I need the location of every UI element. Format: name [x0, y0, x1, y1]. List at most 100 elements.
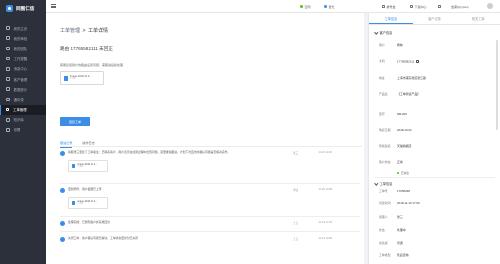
divider: [60, 216, 360, 217]
status-badge: 已关注: [397, 171, 409, 175]
log-item: 客服张三更新了工单备注：已联系客户，用户表示在使用过程中出现问题，需要继续跟进，…: [60, 150, 360, 173]
sidebar-nav: 我的主页 我的审批 我的团队 工作提醒 消息中心 客户管理 数据统计 通讯录 工…: [0, 23, 46, 135]
book-icon: [6, 117, 10, 122]
sidebar-item-knowledge[interactable]: 知识库: [0, 115, 46, 125]
divider: [60, 231, 360, 232]
ticket-status-row: 状态 处理中: [379, 228, 406, 232]
home-icon: [6, 26, 10, 30]
log-text: 处理完成：已通知客户并完成回访: [68, 220, 110, 224]
phone-icon[interactable]: [416, 60, 419, 63]
dialpad-button[interactable]: 拨号盘: [382, 5, 396, 9]
breadcrumb-current: 工单详情: [87, 28, 108, 34]
log-text: 关闭工单：客户确认问题已解决，工单状态更新为已关闭: [68, 236, 138, 240]
ticket-attachment[interactable]: image-2018.11.2... 17KB: [60, 71, 104, 85]
breadcrumb-parent[interactable]: 工单管理: [60, 27, 80, 34]
chart-icon: [6, 87, 10, 92]
sidebar-item-tickets[interactable]: 工单管理: [0, 104, 46, 115]
check-icon: [6, 36, 10, 41]
log-author: 李四: [293, 189, 299, 193]
status-dot-icon: [324, 5, 327, 8]
tab-customer-records[interactable]: 客户记录: [413, 13, 457, 24]
gear-icon: [6, 128, 10, 132]
status-dot-icon: [300, 5, 303, 8]
panel-tabs: 工单信息 客户记录 相关工单: [369, 13, 500, 25]
dialpad-icon: [382, 5, 385, 8]
log-author: 王五: [293, 238, 299, 242]
download-icon: [410, 5, 413, 8]
status-busy-toggle[interactable]: 置忙: [324, 5, 335, 9]
panel-scrollbar[interactable]: [496, 40, 498, 130]
sidebar-item-home[interactable]: 我的主页: [0, 23, 46, 33]
model-row: 型号 NB-200: [379, 112, 407, 116]
bell-icon: [6, 56, 10, 61]
reply-ticket-button[interactable]: 回复工单: [60, 117, 90, 126]
log-text: 更新附件：用户截图已上传: [68, 187, 102, 191]
attachment-size: 17KB: [70, 78, 76, 80]
sidebar-item-settings[interactable]: 设置: [0, 125, 46, 135]
contacts-icon: [6, 97, 10, 102]
avatar[interactable]: [487, 3, 493, 9]
team-icon: [6, 46, 10, 51]
avatar: [60, 151, 65, 157]
avatar: [60, 188, 65, 194]
log-author: 王五: [293, 222, 299, 226]
status-idle[interactable]: 空闲: [300, 5, 311, 9]
log-time: 11-20 14:08: [318, 188, 332, 192]
log-item: 更新附件：用户截图已上传 李四 11-20 14:08 image-2018.1…: [60, 187, 360, 210]
customer-icon: [6, 77, 10, 81]
log-time: 11-24 10:00: [318, 237, 332, 241]
sidebar-item-approval[interactable]: 我的审批: [0, 33, 46, 43]
divider: [375, 177, 495, 178]
image-file-icon: [72, 201, 76, 206]
tab-related-tickets[interactable]: 相关工单: [456, 13, 500, 24]
sidebar-item-team[interactable]: 我的团队: [0, 43, 46, 53]
sidebar-item-stats[interactable]: 数据统计: [0, 84, 46, 94]
sidebar-item-contacts[interactable]: 通讯录: [0, 94, 46, 104]
attachment-size: 17KB: [77, 166, 83, 169]
image-file-icon: [72, 164, 76, 169]
product-row: 产品名 【工单测试产品】: [379, 92, 421, 96]
avatar: [60, 237, 65, 243]
attachment-size: 17KB: [77, 203, 83, 206]
ticket-number-row: 工单号 17655298: [379, 189, 410, 193]
purchase-date-row: 购买日期 2018-10-01: [379, 128, 412, 132]
divider: [60, 146, 362, 147]
top-bar: 空闲 置忙 拨号盘 下载中心 坐席QQ-(lan): [46, 0, 500, 13]
user-menu[interactable]: 坐席QQ-(lan): [451, 5, 469, 9]
sidebar-item-messages[interactable]: 消息中心: [0, 64, 46, 74]
ticket-description: 客服反馈用户的路由设置问题，需跟进后续处理: [60, 63, 124, 67]
log-item: 处理完成：已通知客户并完成回访 王五 11-23 17:03: [60, 220, 360, 227]
ticket-type-row: 工单类型 售后咨询: [379, 253, 409, 257]
tab-ticket-info[interactable]: 工单信息: [369, 13, 413, 24]
customer-section-toggle[interactable]: 客户信息: [374, 30, 392, 35]
message-icon: [6, 67, 10, 71]
chevron-down-icon: [374, 181, 379, 185]
channel-row: 所属渠道 天猫旗舰店: [379, 144, 412, 148]
log-item: 关闭工单：客户确认问题已解决，工单状态更新为已关闭 王五 11-24 10:00: [60, 236, 360, 243]
ticket-section-toggle[interactable]: 工单信息: [374, 181, 392, 186]
breadcrumb-separator: >: [82, 27, 86, 34]
customer-phone-row: 手机 17765582111: [379, 59, 495, 64]
customer-address-row: 地址 上海市浦东新区张江路: [379, 76, 426, 80]
log-time: 11-23 17:03: [318, 221, 332, 225]
app-logo[interactable]: 同图仁信: [0, 0, 46, 17]
ticket-title: 路由 17765582111 未回正: [60, 46, 113, 51]
log-attachment[interactable]: image-2018.11.2... 17KB: [68, 160, 108, 173]
sidebar-item-reminder[interactable]: 工作提醒: [0, 54, 46, 64]
priority-row: 优先级 普通: [379, 241, 403, 245]
notification-button[interactable]: [438, 4, 441, 8]
menu-icon[interactable]: [51, 4, 56, 8]
download-center-button[interactable]: 下载中心: [410, 5, 427, 9]
sidebar-item-customers[interactable]: 客户管理: [0, 74, 46, 84]
image-file-icon: [64, 75, 68, 81]
ticket-info-panel: 工单信息 客户记录 相关工单 客户信息 客户 杨林 手机 17765582111 地…: [368, 13, 500, 264]
chevron-down-icon: [374, 30, 379, 34]
assignee-row: 受理人 张三: [379, 215, 403, 219]
log-time: 11-20 14:02: [318, 151, 332, 155]
log-author: 张三: [293, 152, 299, 156]
log-attachment[interactable]: image-2018.11.2... 17KB: [68, 197, 108, 210]
customer-name-row: 客户 杨林: [379, 43, 403, 47]
log-text: 客服张三更新了工单备注：已联系客户，用户表示在使用过程中出现问题，需要继续跟进，…: [68, 150, 231, 154]
avatar: [60, 221, 65, 227]
logo-icon: [6, 5, 13, 12]
